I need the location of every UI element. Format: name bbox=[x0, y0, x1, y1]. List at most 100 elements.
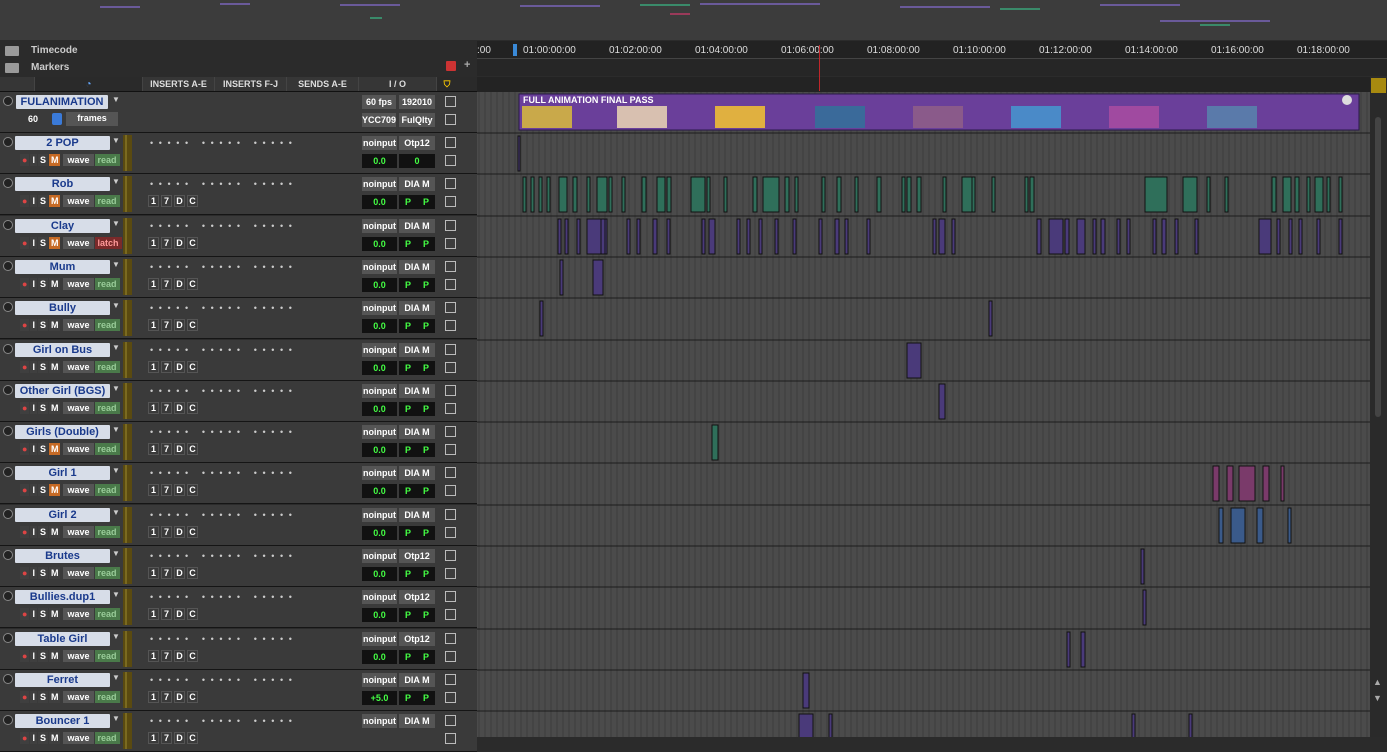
track-name[interactable]: Girl 1 bbox=[15, 466, 110, 480]
track-comments-icon[interactable] bbox=[445, 403, 456, 414]
insert-slots[interactable]: ••••• ••••• ••••• bbox=[150, 221, 297, 231]
audio-clip[interactable] bbox=[621, 176, 626, 213]
audio-clip[interactable] bbox=[1282, 176, 1292, 213]
record-button[interactable]: ● bbox=[20, 443, 30, 455]
view-select[interactable]: wave bbox=[63, 567, 94, 579]
audio-clip[interactable] bbox=[1140, 548, 1145, 585]
solo-button[interactable]: S bbox=[37, 484, 48, 496]
voice-button[interactable]: C bbox=[187, 402, 198, 414]
track-header[interactable]: Bully ▼ ● I S Mwave read ••••• ••••• ••••• 1 7 D Cn… bbox=[0, 298, 477, 339]
track-header[interactable]: Other Girl (BGS) ▼ ● I S Mwave read ••••• •••••… bbox=[0, 381, 477, 422]
audio-clip[interactable] bbox=[652, 218, 658, 255]
solo-button[interactable]: S bbox=[37, 195, 48, 207]
audio-clip[interactable] bbox=[746, 218, 751, 255]
insert-slots[interactable]: ••••• ••••• ••••• bbox=[150, 468, 297, 478]
voice-button[interactable]: D bbox=[174, 650, 185, 662]
timecode-ruler[interactable]: :00 01:00:00:00 01:02:00:00 01:04:00:00 01:0… bbox=[477, 41, 1387, 58]
voice-button[interactable]: D bbox=[174, 484, 185, 496]
audio-clip[interactable] bbox=[592, 259, 604, 296]
audio-clip[interactable] bbox=[666, 218, 671, 255]
record-button[interactable]: ● bbox=[20, 650, 30, 662]
mute-button[interactable]: M bbox=[48, 484, 61, 496]
voice-button[interactable]: 7 bbox=[161, 526, 172, 538]
insert-slots[interactable]: ••••• ••••• ••••• bbox=[150, 303, 297, 313]
input-select[interactable]: noinput bbox=[362, 260, 397, 274]
track-expand-icon[interactable] bbox=[3, 674, 13, 684]
voice-button[interactable]: D bbox=[174, 319, 185, 331]
session-overview[interactable] bbox=[0, 0, 1387, 40]
audio-clip[interactable] bbox=[1288, 218, 1293, 255]
marker-record-icon[interactable] bbox=[446, 61, 456, 71]
track-output-icon[interactable] bbox=[445, 137, 456, 148]
track-output-icon[interactable] bbox=[445, 715, 456, 726]
audio-clip[interactable] bbox=[794, 176, 799, 213]
mute-button[interactable]: M bbox=[48, 154, 61, 166]
track-output-icon[interactable] bbox=[445, 426, 456, 437]
chevron-down-icon[interactable]: ▼ bbox=[112, 343, 120, 352]
io-header[interactable]: I / O bbox=[358, 77, 436, 91]
audio-clip[interactable] bbox=[1314, 176, 1324, 213]
voice-button[interactable]: D bbox=[174, 567, 185, 579]
track-header[interactable]: Mum ▼ ● I S Mwave read ••••• ••••• ••••• 1 7 D Cnoi… bbox=[0, 257, 477, 298]
audio-clip[interactable] bbox=[1142, 589, 1147, 626]
voice-button[interactable]: 1 bbox=[148, 567, 159, 579]
automation-mode[interactable]: read bbox=[94, 691, 120, 703]
audio-clip[interactable] bbox=[1262, 465, 1270, 502]
audio-clip[interactable] bbox=[758, 218, 763, 255]
solo-button[interactable]: S bbox=[37, 650, 48, 662]
audio-clip[interactable] bbox=[1116, 218, 1121, 255]
mute-button[interactable]: M bbox=[48, 319, 61, 331]
mute-button[interactable]: M bbox=[48, 195, 61, 207]
video-thumbnail[interactable] bbox=[913, 106, 963, 128]
audio-clip[interactable] bbox=[641, 176, 647, 213]
track-output-icon[interactable] bbox=[445, 302, 456, 313]
audio-clip[interactable] bbox=[1338, 218, 1343, 255]
audio-clip[interactable] bbox=[1258, 218, 1272, 255]
view-select[interactable]: wave bbox=[63, 526, 94, 538]
track-header[interactable]: Girls (Double) ▼ ● I S Mwave read ••••• ••••• •… bbox=[0, 422, 477, 463]
audio-clip[interactable] bbox=[1029, 176, 1035, 213]
track-expand-icon[interactable] bbox=[3, 591, 13, 601]
chevron-down-icon[interactable]: ▼ bbox=[112, 466, 120, 475]
track-name[interactable]: Other Girl (BGS) bbox=[15, 384, 110, 398]
audio-clip[interactable] bbox=[1280, 465, 1285, 502]
voice-button[interactable]: 1 bbox=[148, 691, 159, 703]
audio-clip[interactable] bbox=[558, 176, 568, 213]
audio-clip[interactable] bbox=[1316, 218, 1321, 255]
video-thumbnail[interactable] bbox=[715, 106, 765, 128]
volume-readout[interactable]: 0.0 bbox=[362, 402, 397, 416]
output-select[interactable]: Otp12 bbox=[399, 632, 435, 646]
audio-clip[interactable] bbox=[723, 176, 728, 213]
audio-clip[interactable] bbox=[854, 176, 859, 213]
input-monitor-button[interactable]: I bbox=[30, 484, 37, 496]
automation-mode[interactable]: read bbox=[94, 278, 120, 290]
shield-icon[interactable]: ⛉ bbox=[436, 77, 457, 91]
track-output-icon[interactable] bbox=[445, 509, 456, 520]
audio-clip[interactable] bbox=[1338, 176, 1343, 213]
audio-clip[interactable] bbox=[559, 259, 564, 296]
mute-button[interactable]: M bbox=[48, 402, 61, 414]
automation-mode[interactable]: read bbox=[94, 195, 120, 207]
chevron-down-icon[interactable]: ▼ bbox=[112, 219, 120, 228]
voice-button[interactable]: C bbox=[187, 691, 198, 703]
automation-mode[interactable]: read bbox=[94, 526, 120, 538]
track-name[interactable]: Girl 2 bbox=[15, 508, 110, 522]
insert-slots[interactable]: ••••• ••••• ••••• bbox=[150, 179, 297, 189]
chevron-down-icon[interactable]: ▼ bbox=[112, 549, 120, 558]
audio-clip[interactable] bbox=[1326, 176, 1331, 213]
track-header[interactable]: Bullies.dup1 ▼ ● I S Mwave read ••••• ••••• •••… bbox=[0, 587, 477, 628]
mute-button[interactable]: M bbox=[48, 567, 61, 579]
voice-button[interactable]: C bbox=[187, 195, 198, 207]
input-select[interactable]: noinput bbox=[362, 343, 397, 357]
track-output-icon[interactable] bbox=[445, 550, 456, 561]
volume-readout[interactable]: 0.0 bbox=[362, 361, 397, 375]
track-expand-icon[interactable] bbox=[3, 178, 13, 188]
voice-button[interactable]: 1 bbox=[148, 361, 159, 373]
track-output-icon[interactable] bbox=[445, 261, 456, 272]
chevron-down-icon[interactable]: ▼ bbox=[112, 508, 120, 517]
volume-readout[interactable]: 0.0 bbox=[362, 650, 397, 664]
track-comments-icon[interactable] bbox=[445, 238, 456, 249]
voice-button[interactable]: C bbox=[187, 237, 198, 249]
chevron-down-icon[interactable]: ▼ bbox=[112, 714, 120, 723]
audio-clip[interactable] bbox=[1287, 507, 1292, 544]
